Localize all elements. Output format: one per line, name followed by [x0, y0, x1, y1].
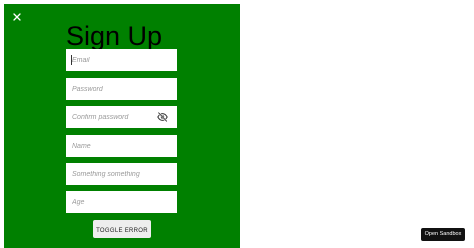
page-title: Sign Up	[66, 21, 163, 51]
open-sandbox-button[interactable]: Open Sandbox	[421, 228, 465, 241]
something-field-container	[66, 163, 177, 185]
age-field[interactable]	[66, 191, 177, 213]
toggle-visibility-button[interactable]	[157, 112, 168, 122]
toggle-error-button[interactable]: TOGGLE ERROR	[93, 220, 151, 238]
confirm-password-field-container	[66, 106, 177, 128]
name-field[interactable]	[66, 135, 177, 157]
close-button[interactable]	[10, 10, 24, 24]
email-field-container	[66, 49, 177, 71]
age-field-container	[66, 191, 177, 213]
signup-panel: Sign Up TOGGLE ERROR	[4, 4, 240, 248]
password-field-container	[66, 78, 177, 100]
email-field[interactable]	[66, 49, 177, 71]
text-caret	[71, 55, 72, 65]
close-icon	[13, 13, 21, 21]
password-field[interactable]	[66, 78, 177, 100]
something-field[interactable]	[66, 163, 177, 185]
name-field-container	[66, 135, 177, 157]
visibility-off-icon	[157, 112, 168, 122]
